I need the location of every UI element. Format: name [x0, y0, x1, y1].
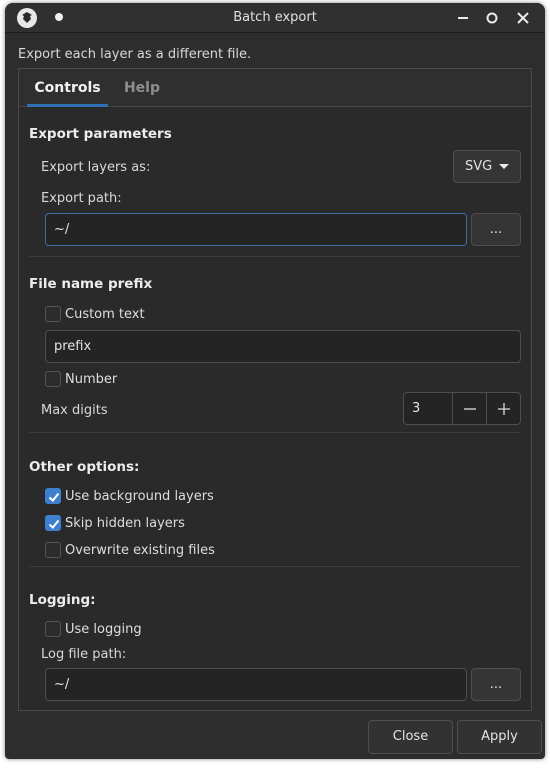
skip-hidden-layers-checkbox[interactable]	[45, 515, 61, 531]
titlebar[interactable]: Batch export	[5, 3, 545, 33]
section-divider	[29, 566, 521, 567]
decrement-button[interactable]	[452, 393, 486, 424]
custom-text-label: Custom text	[65, 307, 145, 322]
use-background-layers-label: Use background layers	[65, 489, 214, 504]
increment-button[interactable]	[486, 393, 520, 424]
max-digits-value: 3	[412, 401, 421, 416]
batch-export-window: Batch export Export each layer as a diff…	[5, 3, 545, 759]
log-file-path-input[interactable]	[45, 668, 467, 701]
number-label: Number	[65, 372, 118, 387]
tab-help[interactable]: Help	[116, 69, 168, 107]
skip-hidden-layers-label: Skip hidden layers	[65, 516, 185, 531]
logging-heading: Logging:	[29, 592, 96, 608]
use-logging-label: Use logging	[65, 622, 142, 637]
maximize-icon[interactable]	[482, 8, 502, 28]
close-icon[interactable]	[513, 8, 533, 28]
export-path-browse-button[interactable]: ...	[471, 213, 521, 246]
log-file-path-browse-button[interactable]: ...	[471, 668, 521, 701]
active-tab-indicator	[27, 104, 108, 107]
check-icon	[48, 519, 60, 529]
minus-icon	[464, 408, 476, 410]
export-path-label: Export path:	[41, 191, 122, 206]
max-digits-spinbox[interactable]: 3	[403, 392, 521, 425]
tab-bar: Controls Help	[19, 69, 531, 107]
chevron-down-icon	[499, 164, 509, 169]
minimize-icon[interactable]	[453, 8, 473, 28]
apply-button[interactable]: Apply	[457, 720, 542, 754]
export-parameters-heading: Export parameters	[29, 126, 172, 142]
format-value: SVG	[465, 159, 493, 174]
file-name-prefix-heading: File name prefix	[29, 276, 153, 292]
section-divider	[29, 256, 521, 257]
log-file-path-label: Log file path:	[41, 647, 127, 662]
export-as-label: Export layers as:	[41, 160, 151, 175]
max-digits-label: Max digits	[41, 403, 108, 418]
tab-panel: Controls Help Export parameters Export l…	[18, 68, 532, 711]
check-icon	[48, 492, 60, 502]
other-options-heading: Other options:	[29, 459, 140, 475]
custom-text-checkbox[interactable]	[45, 306, 61, 322]
overwrite-existing-files-checkbox[interactable]	[45, 542, 61, 558]
close-button[interactable]: Close	[368, 720, 453, 754]
section-divider	[29, 432, 521, 433]
format-dropdown[interactable]: SVG	[453, 150, 521, 183]
prefix-input[interactable]	[45, 330, 521, 363]
dialog-description: Export each layer as a different file.	[18, 47, 252, 62]
number-checkbox[interactable]	[45, 371, 61, 387]
tab-controls[interactable]: Controls	[27, 69, 108, 107]
plus-icon	[498, 403, 510, 415]
overwrite-existing-files-label: Overwrite existing files	[65, 543, 215, 558]
use-logging-checkbox[interactable]	[45, 621, 61, 637]
export-path-input[interactable]	[45, 213, 467, 246]
use-background-layers-checkbox[interactable]	[45, 488, 61, 504]
